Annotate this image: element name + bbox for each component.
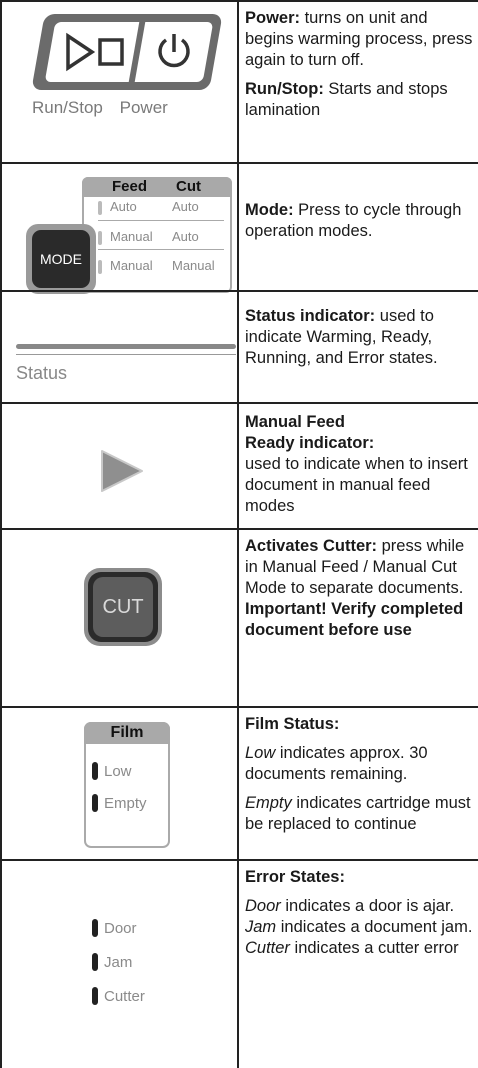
- power-description: Power: turns on unit and begins warming …: [245, 8, 473, 129]
- mode-title: Mode:: [245, 201, 294, 219]
- status-title: Status indicator:: [245, 307, 376, 325]
- run-stop-title: Run/Stop:: [245, 80, 324, 98]
- feed-header: Feed: [112, 178, 148, 195]
- door-em: Door: [245, 897, 281, 915]
- mode-feed-value: Auto: [110, 199, 137, 214]
- power-caption: Power: [119, 98, 168, 117]
- mode-illustration: Feed Cut MODE Auto Auto Manual Auto Manu…: [2, 164, 237, 294]
- control-reference-table: Run/Stop Power Power: turns on unit and …: [0, 0, 478, 1068]
- error-illustration: Door Jam Cutter: [2, 861, 237, 1068]
- manual-feed-description: Manual Feed Ready indicator: used to ind…: [245, 412, 473, 517]
- mode-cut-value: Auto: [172, 229, 199, 244]
- mode-indicator: [98, 260, 102, 274]
- film-title: Film Status:: [245, 715, 340, 733]
- film-header: Film: [84, 722, 170, 744]
- jam-text: indicates a document jam.: [276, 918, 473, 936]
- film-low-em: Low: [245, 744, 276, 762]
- ready-indicator-title: Ready indicator:: [245, 434, 375, 452]
- cutter-title: Activates Cutter:: [245, 537, 378, 555]
- film-illustration: Film Low Empty: [2, 708, 237, 859]
- cutter-error-text: indicates a cutter error: [289, 939, 459, 957]
- mode-cut-value: Auto: [172, 199, 199, 214]
- run-stop-caption: Run/Stop: [32, 98, 103, 117]
- mode-description: Mode: Press to cycle through operation m…: [245, 200, 473, 250]
- mode-indicator: [98, 231, 102, 245]
- film-empty-em: Empty: [245, 794, 292, 812]
- film-empty-label: Empty: [104, 795, 147, 812]
- jam-label: Jam: [104, 954, 133, 971]
- film-low-label: Low: [104, 763, 132, 780]
- cut-button: CUT: [93, 577, 153, 637]
- status-illustration: Status: [2, 292, 237, 402]
- manual-feed-title: Manual Feed: [245, 413, 345, 431]
- film-empty-indicator: [92, 794, 98, 812]
- table-row-power: Run/Stop Power Power: turns on unit and …: [0, 0, 478, 162]
- table-row-film: Film Low Empty Film Status: Low indicate…: [0, 706, 478, 859]
- status-light-bar: [16, 344, 236, 349]
- status-underline: [16, 354, 236, 355]
- table-row-errors: Door Jam Cutter Error States: Door indic…: [0, 859, 478, 1068]
- film-description: Film Status: Low indicates approx. 30 do…: [245, 714, 473, 843]
- jam-em: Jam: [245, 918, 277, 936]
- jam-indicator: [92, 953, 98, 971]
- door-indicator: [92, 919, 98, 937]
- table-row-mode: Feed Cut MODE Auto Auto Manual Auto Manu…: [0, 162, 478, 294]
- status-description: Status indicator: used to indicate Warmi…: [245, 306, 473, 377]
- cutter-label: Cutter: [104, 988, 145, 1005]
- mode-separator: [98, 249, 224, 250]
- cutter-important: Important! Verify completed document bef…: [245, 600, 464, 639]
- film-low-indicator: [92, 762, 98, 780]
- run-power-caption: Run/Stop Power: [32, 98, 232, 118]
- error-description: Error States: Door indicates a door is a…: [245, 867, 473, 959]
- power-icon: [158, 34, 190, 68]
- mode-feed-value: Manual: [110, 229, 153, 244]
- door-label: Door: [104, 920, 137, 937]
- table-row-manual-feed: Manual Feed Ready indicator: used to ind…: [0, 402, 478, 528]
- status-label: Status: [16, 363, 68, 383]
- cutter-description: Activates Cutter: press while in Manual …: [245, 536, 473, 641]
- run-stop-icon: [66, 32, 124, 72]
- run-power-illustration: Run/Stop Power: [2, 2, 237, 162]
- mode-cut-value: Manual: [172, 258, 215, 273]
- mode-feed-value: Manual: [110, 258, 153, 273]
- mode-indicator: [98, 201, 102, 215]
- door-text: indicates a door is ajar.: [280, 897, 455, 915]
- manual-feed-illustration: [2, 404, 237, 528]
- table-row-status: Status Status indicator: used to indicat…: [0, 290, 478, 402]
- mode-panel-header: Feed Cut: [82, 177, 232, 197]
- mode-button: MODE: [32, 230, 90, 288]
- cut-illustration: CUT: [2, 530, 237, 706]
- cut-header: Cut: [176, 178, 201, 195]
- error-title: Error States:: [245, 868, 345, 886]
- play-triangle-icon: [101, 450, 143, 492]
- mode-separator: [98, 220, 224, 221]
- power-title: Power:: [245, 9, 301, 27]
- table-row-cutter: CUT Activates Cutter: press while in Man…: [0, 528, 478, 706]
- cutter-indicator: [92, 987, 98, 1005]
- cutter-em: Cutter: [245, 939, 290, 957]
- manual-feed-text: used to indicate when to insert document…: [245, 455, 468, 515]
